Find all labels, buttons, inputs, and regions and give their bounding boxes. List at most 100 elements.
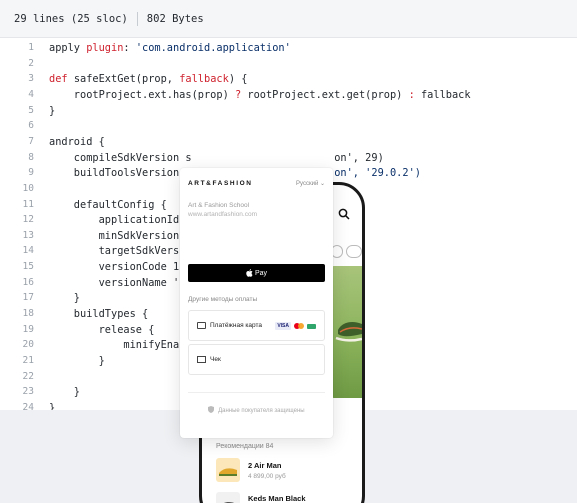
product-thumbnail[interactable] [216, 458, 240, 482]
line-number[interactable]: 2 [0, 56, 34, 72]
line-content: def safeExtGet(prop, fallback) { [49, 71, 247, 87]
code-token: } [49, 386, 80, 399]
secure-note-text: Данные покупателя защищены [218, 408, 305, 414]
divider [136, 11, 138, 26]
code-token: rootProject.ext.has(prop) [49, 88, 235, 101]
recommendations-title: Рекомендации 84 [216, 443, 274, 450]
code-token: on', '29.0.2') [334, 167, 421, 180]
chevron-down-icon: ⌄ [319, 181, 325, 187]
product-price: 4 899,00 руб [248, 473, 286, 480]
line-number[interactable]: 12 [0, 212, 34, 228]
search-icon[interactable] [338, 208, 350, 220]
line-number[interactable]: 8 [0, 150, 34, 166]
line-number[interactable]: 23 [0, 384, 34, 400]
line-number[interactable]: 3 [0, 71, 34, 87]
code-token: release { [49, 323, 155, 336]
line-content: compileSdkVersion s on', 29) [49, 150, 384, 166]
code-token: targetSdkVersic [49, 245, 192, 258]
code-token: minifyEnabl [49, 339, 192, 352]
code-token: versionCode 1 [49, 261, 180, 274]
card-logos: VISA [275, 322, 316, 330]
line-number[interactable]: 14 [0, 243, 34, 259]
line-content: } [49, 384, 80, 400]
code-token: } [49, 292, 80, 305]
code-line: 7 android { [0, 134, 577, 150]
code-token: fallback [414, 88, 471, 101]
code-line: 2 [0, 56, 577, 72]
line-content: } [49, 353, 105, 369]
line-number[interactable]: 1 [0, 40, 34, 56]
line-number[interactable]: 11 [0, 197, 34, 213]
line-number[interactable]: 6 [0, 118, 34, 134]
line-content: buildTypes { [49, 306, 148, 322]
line-number[interactable]: 7 [0, 134, 34, 150]
product-name[interactable]: Keds Man Black [248, 494, 306, 503]
payment-method-receipt[interactable]: Чек [188, 344, 325, 375]
line-content: minifyEnabl [49, 337, 192, 353]
code-line: 8 compileSdkVersion s on', 29) [0, 150, 577, 166]
code-token: on', 29) [334, 151, 384, 164]
visa-logo-icon: VISA [275, 322, 291, 330]
line-number[interactable]: 16 [0, 275, 34, 291]
code-token: safeExtGet(prop, [73, 73, 180, 86]
code-token: : [123, 42, 136, 54]
line-content: } [49, 290, 80, 306]
line-number[interactable]: 4 [0, 87, 34, 103]
secure-note: Данные покупателя защищены [180, 406, 333, 414]
other-methods-title: Другие методы оплаты [188, 296, 258, 303]
code-token: buildToolsVersion s [49, 167, 192, 180]
payment-modal: ART&FASHION Русский ⌄ Art & Fashion Scho… [180, 168, 333, 438]
divider [188, 392, 325, 393]
language-selector[interactable]: Русский ⌄ [296, 180, 325, 187]
code-line: 6 [0, 118, 577, 134]
line-content: versionName '1. [49, 275, 192, 291]
code-token: apply [49, 42, 87, 54]
code-token: } [49, 355, 105, 367]
code-token: 'com.android.application' [135, 42, 291, 54]
line-number[interactable]: 17 [0, 290, 34, 306]
line-number[interactable]: 18 [0, 306, 34, 322]
shoe-image [335, 322, 362, 342]
code-token: applicationId ' [49, 214, 192, 227]
filter-chip[interactable] [346, 245, 362, 258]
code-token: ) { [228, 73, 248, 86]
line-count: 29 lines (25 sloc) [14, 12, 128, 25]
line-content: minSdkVersion s [49, 228, 192, 244]
product-name[interactable]: 2 Air Man [248, 461, 281, 470]
apple-pay-label: Pay [254, 269, 268, 277]
payment-method-label: Платёжная карта [210, 322, 262, 329]
line-number[interactable]: 21 [0, 353, 34, 369]
apple-pay-button[interactable]: Pay [188, 264, 325, 282]
merchant-url[interactable]: www.artandfashion.com [188, 211, 257, 218]
code-token: buildTypes { [49, 308, 149, 321]
line-content: release { [49, 322, 155, 338]
line-number[interactable]: 19 [0, 322, 34, 338]
line-number[interactable]: 10 [0, 181, 34, 197]
line-content: defaultConfig { [49, 197, 167, 213]
code-token: } [49, 104, 56, 117]
payment-method-card[interactable]: Платёжная карта VISA [188, 310, 325, 341]
line-content: android { [49, 134, 105, 150]
code-token: plugin [86, 42, 124, 54]
merchant-name: Art & Fashion School [188, 202, 250, 209]
card-icon [197, 322, 206, 329]
code-token: compileSdkVersion s [49, 151, 192, 164]
code-token: minSdkVersion s [49, 229, 192, 242]
code-line: 5} [0, 103, 577, 119]
line-number[interactable]: 5 [0, 103, 34, 119]
line-number[interactable]: 22 [0, 369, 34, 385]
line-number[interactable]: 9 [0, 165, 34, 181]
receipt-icon [197, 356, 206, 363]
line-number[interactable]: 13 [0, 228, 34, 244]
sneaker-icon [224, 502, 235, 503]
file-size: 802 Bytes [146, 12, 204, 25]
line-content: applicationId ' [49, 212, 192, 228]
product-thumbnail[interactable] [216, 492, 240, 503]
line-number[interactable]: 15 [0, 259, 34, 275]
code-line: 4 rootProject.ext.has(prop) ? rootProjec… [0, 87, 577, 103]
line-number[interactable]: 20 [0, 337, 34, 353]
line-content: } [49, 103, 55, 119]
code-token: rootProject.ext.get(prop) [241, 88, 409, 101]
code-token: versionName '1. [49, 276, 192, 289]
